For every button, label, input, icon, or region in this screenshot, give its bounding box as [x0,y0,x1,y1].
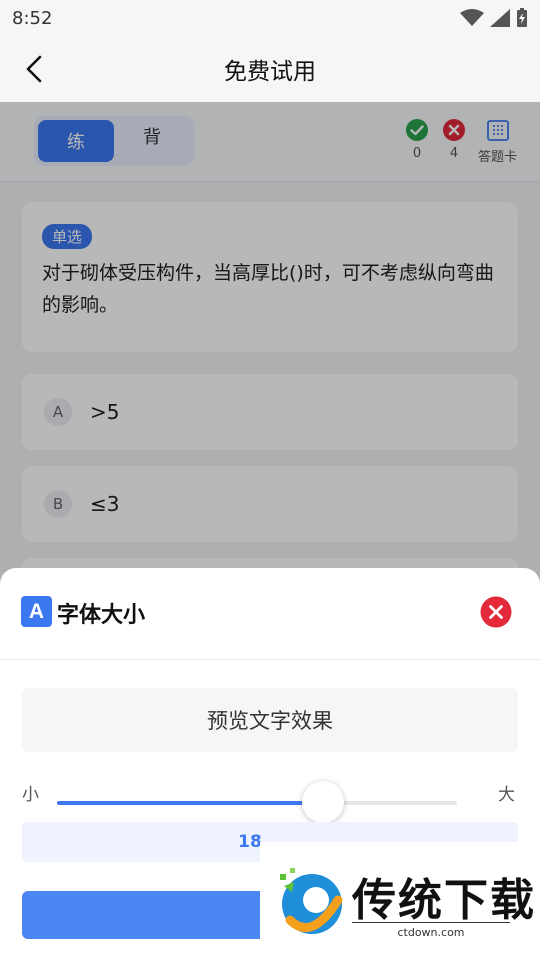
wifi-icon [460,9,484,26]
watermark-url: ctdown.com [352,922,510,939]
sheet-header: A 字体大小 [0,568,540,660]
slider-fill [57,801,323,805]
battery-icon [517,8,527,27]
status-icons [460,8,528,28]
app-header: 免费试用 [0,36,540,102]
slider-min-label: 小 [22,785,39,805]
watermark: 传统下载 ctdown.com [260,842,540,954]
slider-thumb[interactable] [302,781,344,823]
chevron-left-icon [26,55,42,83]
slider-max-label: 大 [498,785,515,805]
sheet-title: 字体大小 [57,603,146,628]
page-title: 免费试用 [224,59,316,85]
font-size-slider[interactable] [57,781,457,823]
close-icon[interactable] [480,596,512,628]
signal-icon [490,9,510,27]
watermark-text: 传统下载 [352,875,536,926]
font-preview: 预览文字效果 [22,688,518,752]
watermark-logo-icon [280,868,343,934]
status-bar: 8:52 [0,0,540,36]
status-time: 8:52 [12,7,53,29]
font-a-icon: A [21,596,52,627]
back-button[interactable] [18,53,50,85]
